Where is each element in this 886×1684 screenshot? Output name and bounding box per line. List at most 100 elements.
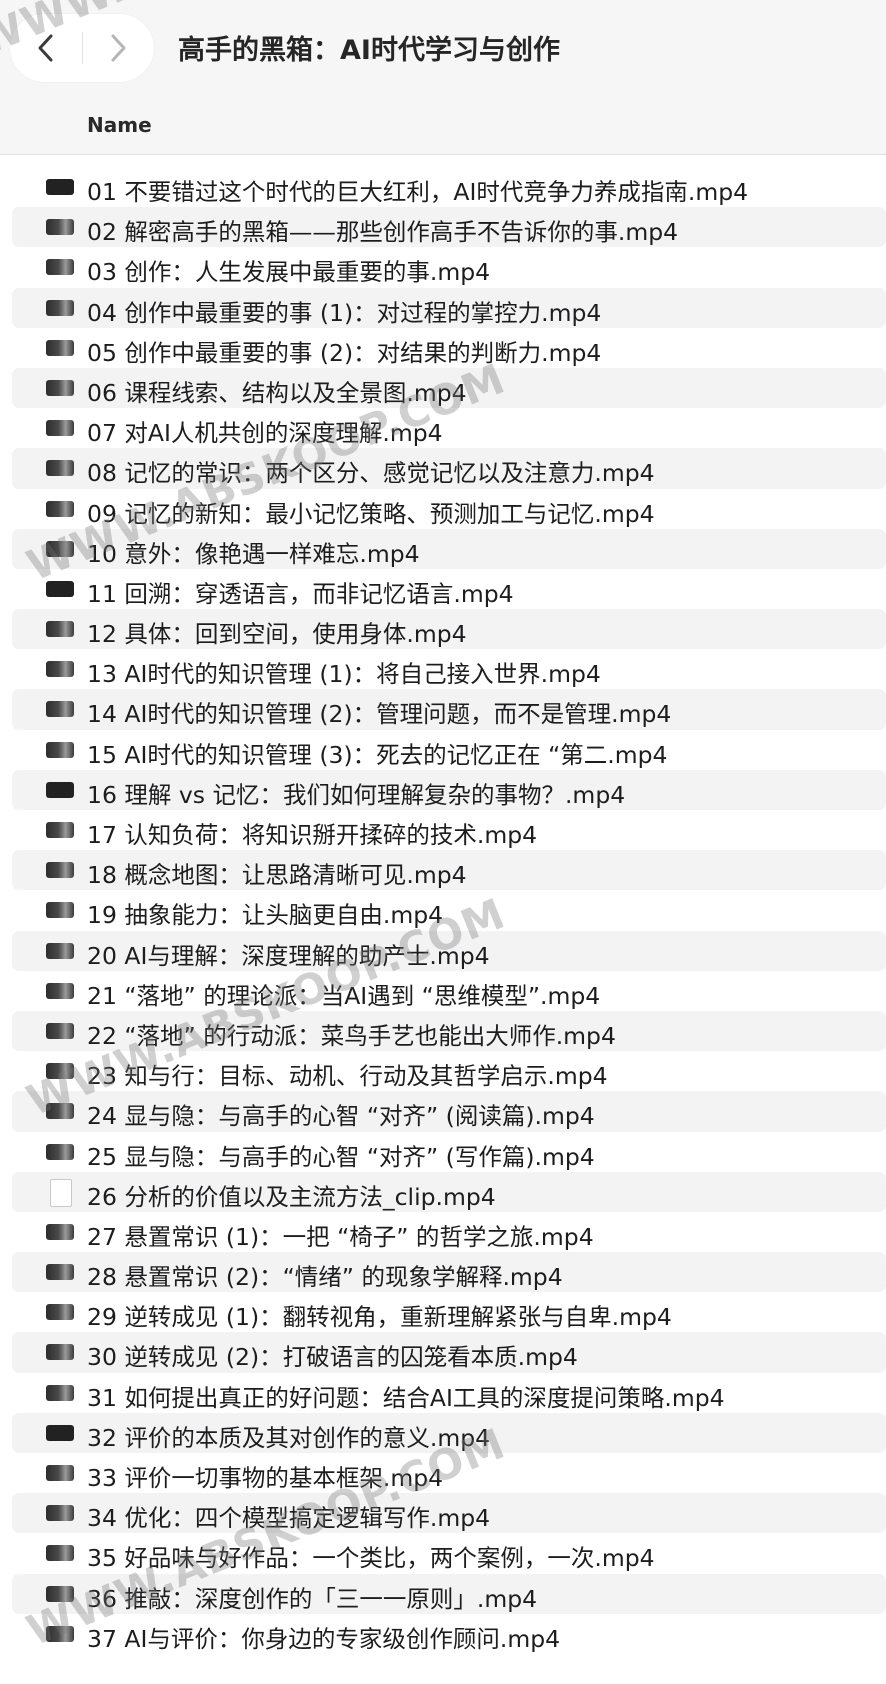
file-row[interactable]: 11 回溯：穿透语言，而非记忆语言.mp4 xyxy=(12,569,886,609)
file-name: 07 对AI人机共创的深度理解.mp4 xyxy=(87,419,443,448)
video-thumbnail-icon xyxy=(46,701,74,718)
file-name: 35 好品味与好作品：一个类比，两个案例，一次.mp4 xyxy=(87,1544,655,1573)
file-name: 26 分析的价值以及主流方法_clip.mp4 xyxy=(87,1182,496,1211)
video-thumbnail-icon xyxy=(46,621,74,638)
file-row[interactable]: 01 不要错过这个时代的巨大红利，AI时代竞争力养成指南.mp4 xyxy=(12,167,886,207)
file-name: 37 AI与评价：你身边的专家级创作顾问.mp4 xyxy=(87,1624,561,1653)
file-name: 21 “落地” 的理论派：当AI遇到 “思维模型”.mp4 xyxy=(87,981,601,1010)
navigation-buttons xyxy=(10,14,154,82)
file-row[interactable]: 24 显与隐：与高手的心智 “对齐” (阅读篇).mp4 xyxy=(12,1091,886,1132)
file-row[interactable]: 33 评价一切事物的基本框架.mp4 xyxy=(12,1453,886,1493)
file-row[interactable]: 06 课程线索、结构以及全景图.mp4 xyxy=(12,367,886,409)
file-name: 10 意外：像艳遇一样难忘.mp4 xyxy=(87,539,420,568)
file-name: 30 逆转成见 (2)：打破语言的囚笼看本质.mp4 xyxy=(87,1343,578,1372)
file-name: 03 创作：人生发展中最重要的事.mp4 xyxy=(87,258,491,287)
video-thumbnail-icon xyxy=(46,219,74,236)
file-row[interactable]: 10 意外：像艳遇一样难忘.mp4 xyxy=(12,528,886,569)
file-row[interactable]: 19 抽象能力：让头脑更自由.mp4 xyxy=(12,890,886,930)
video-thumbnail-icon xyxy=(46,1344,74,1361)
file-row[interactable]: 36 推敲：深度创作的「三一一原则」.mp4 xyxy=(12,1573,886,1614)
toolbar: 高手的黑箱：AI时代学习与创作 xyxy=(0,0,886,96)
video-thumbnail-icon xyxy=(46,661,74,678)
file-row[interactable]: 12 具体：回到空间，使用身体.mp4 xyxy=(12,609,886,650)
file-row[interactable]: 16 理解 vs 记忆：我们如何理解复杂的事物？.mp4 xyxy=(12,769,886,810)
file-name: 36 推敲：深度创作的「三一一原则」.mp4 xyxy=(87,1584,538,1613)
file-row[interactable]: 35 好品味与好作品：一个类比，两个案例，一次.mp4 xyxy=(12,1533,886,1573)
file-name: 32 评价的本质及其对创作的意义.mp4 xyxy=(87,1423,491,1452)
file-name: 11 回溯：穿透语言，而非记忆语言.mp4 xyxy=(87,579,514,608)
video-thumbnail-icon xyxy=(46,179,74,195)
video-thumbnail-icon xyxy=(46,1424,74,1441)
file-row[interactable]: 26 分析的价值以及主流方法_clip.mp4 xyxy=(12,1171,886,1212)
file-row[interactable]: 29 逆转成见 (1)：翻转视角，重新理解紧张与自卑.mp4 xyxy=(12,1292,886,1332)
chevron-left-icon xyxy=(38,34,53,62)
file-name: 22 “落地” 的行动派：菜鸟手艺也能出大师作.mp4 xyxy=(87,1021,616,1050)
file-name: 08 记忆的常识：两个区分、感觉记忆以及注意力.mp4 xyxy=(87,459,655,488)
file-row[interactable]: 21 “落地” 的理论派：当AI遇到 “思维模型”.mp4 xyxy=(12,971,886,1011)
video-thumbnail-icon xyxy=(46,1223,74,1240)
name-column-header[interactable]: Name xyxy=(87,113,152,137)
forward-button[interactable] xyxy=(82,14,154,82)
video-thumbnail-icon xyxy=(46,741,74,758)
video-thumbnail-icon xyxy=(46,1505,74,1522)
video-thumbnail-icon xyxy=(46,420,74,437)
file-name: 31 如何提出真正的好问题：结合AI工具的深度提问策略.mp4 xyxy=(87,1383,725,1412)
file-row[interactable]: 02 解密高手的黑箱——那些创作高手不告诉你的事.mp4 xyxy=(12,207,886,248)
video-thumbnail-icon xyxy=(46,822,74,838)
file-row[interactable]: 23 知与行：目标、动机、行动及其哲学启示.mp4 xyxy=(12,1051,886,1091)
file-row[interactable]: 14 AI时代的知识管理 (2)：管理问题，而不是管理.mp4 xyxy=(12,689,886,730)
file-row[interactable]: 18 概念地图：让思路清晰可见.mp4 xyxy=(12,850,886,891)
file-row[interactable]: 15 AI时代的知识管理 (3)：死去的记忆正在 “第二.mp4 xyxy=(12,730,886,770)
video-thumbnail-icon xyxy=(46,1465,74,1481)
file-row[interactable]: 08 记忆的常识：两个区分、感觉记忆以及注意力.mp4 xyxy=(12,448,886,489)
file-name: 05 创作中最重要的事 (2)：对结果的判断力.mp4 xyxy=(87,338,602,367)
file-row[interactable]: 37 AI与评价：你身边的专家级创作顾问.mp4 xyxy=(12,1614,886,1654)
file-row[interactable]: 28 悬置常识 (2)：“情绪” 的现象学解释.mp4 xyxy=(12,1252,886,1293)
file-row[interactable]: 30 逆转成见 (2)：打破语言的囚笼看本质.mp4 xyxy=(12,1332,886,1373)
file-row[interactable]: 22 “落地” 的行动派：菜鸟手艺也能出大师作.mp4 xyxy=(12,1010,886,1052)
file-name: 12 具体：回到空间，使用身体.mp4 xyxy=(87,620,467,649)
file-name: 18 概念地图：让思路清晰可见.mp4 xyxy=(87,861,467,890)
file-name: 16 理解 vs 记忆：我们如何理解复杂的事物？.mp4 xyxy=(87,780,626,809)
file-row[interactable]: 25 显与隐：与高手的心智 “对齐” (写作篇).mp4 xyxy=(12,1132,886,1172)
file-name: 17 认知负荷：将知识掰开揉碎的技术.mp4 xyxy=(87,821,538,849)
video-thumbnail-icon xyxy=(46,259,74,276)
back-button[interactable] xyxy=(10,14,82,82)
video-thumbnail-icon xyxy=(46,339,74,356)
file-row[interactable]: 34 优化：四个模型搞定逻辑写作.mp4 xyxy=(12,1493,886,1534)
file-list: 01 不要错过这个时代的巨大红利，AI时代竞争力养成指南.mp4 02 解密高手的… xyxy=(0,167,886,1654)
file-row[interactable]: 20 AI与理解：深度理解的助产士.mp4 xyxy=(12,930,886,971)
file-name: 13 AI时代的知识管理 (1)：将自己接入世界.mp4 xyxy=(87,660,601,689)
file-name: 04 创作中最重要的事 (1)：对过程的掌控力.mp4 xyxy=(87,298,602,327)
video-thumbnail-icon xyxy=(46,1143,74,1160)
video-thumbnail-icon xyxy=(46,1103,74,1120)
file-name: 06 课程线索、结构以及全景图.mp4 xyxy=(87,378,467,407)
video-thumbnail-icon xyxy=(46,862,74,879)
file-name: 02 解密高手的黑箱——那些创作高手不告诉你的事.mp4 xyxy=(87,218,679,247)
video-thumbnail-icon xyxy=(46,379,74,396)
file-name: 33 评价一切事物的基本框架.mp4 xyxy=(87,1464,444,1492)
file-name: 34 优化：四个模型搞定逻辑写作.mp4 xyxy=(87,1504,491,1533)
video-thumbnail-icon xyxy=(46,902,74,919)
video-thumbnail-icon xyxy=(46,580,74,597)
video-thumbnail-icon xyxy=(46,1545,74,1562)
file-name: 23 知与行：目标、动机、行动及其哲学启示.mp4 xyxy=(87,1062,608,1091)
file-row[interactable]: 09 记忆的新知：最小记忆策略、预测加工与记忆.mp4 xyxy=(12,489,886,529)
file-name: 15 AI时代的知识管理 (3)：死去的记忆正在 “第二.mp4 xyxy=(87,740,668,769)
file-row[interactable]: 03 创作：人生发展中最重要的事.mp4 xyxy=(12,247,886,287)
file-row[interactable]: 05 创作中最重要的事 (2)：对结果的判断力.mp4 xyxy=(12,328,886,368)
video-thumbnail-icon xyxy=(46,1264,74,1281)
file-row[interactable]: 27 悬置常识 (1)：一把 “椅子” 的哲学之旅.mp4 xyxy=(12,1212,886,1252)
file-row[interactable]: 07 对AI人机共创的深度理解.mp4 xyxy=(12,408,886,448)
video-thumbnail-icon xyxy=(46,781,74,798)
file-row[interactable]: 13 AI时代的知识管理 (1)：将自己接入世界.mp4 xyxy=(12,649,886,689)
file-row[interactable]: 04 创作中最重要的事 (1)：对过程的掌控力.mp4 xyxy=(12,287,886,328)
file-name: 01 不要错过这个时代的巨大红利，AI时代竞争力养成指南.mp4 xyxy=(87,178,749,206)
file-row[interactable]: 17 认知负荷：将知识掰开揉碎的技术.mp4 xyxy=(12,810,886,850)
file-row[interactable]: 31 如何提出真正的好问题：结合AI工具的深度提问策略.mp4 xyxy=(12,1373,886,1413)
file-name: 28 悬置常识 (2)：“情绪” 的现象学解释.mp4 xyxy=(87,1263,563,1292)
video-thumbnail-icon xyxy=(46,500,74,517)
video-thumbnail-icon xyxy=(46,1384,74,1401)
file-name: 27 悬置常识 (1)：一把 “椅子” 的哲学之旅.mp4 xyxy=(87,1222,594,1251)
file-row[interactable]: 32 评价的本质及其对创作的意义.mp4 xyxy=(12,1412,886,1453)
